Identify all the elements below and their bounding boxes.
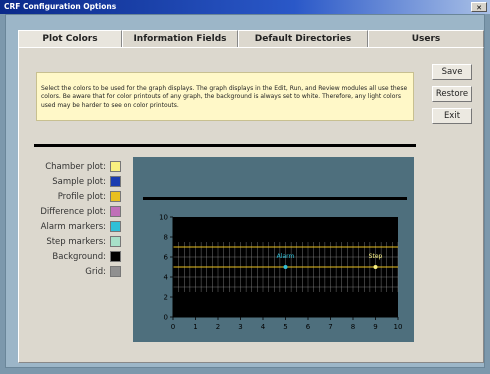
marker-point <box>373 265 378 269</box>
x-tick-label: 1 <box>193 323 197 331</box>
color-row-step-markers: Step markers: <box>20 235 121 249</box>
x-tick-label: 7 <box>328 323 332 331</box>
window-title: CRF Configuration Options <box>4 2 117 11</box>
profile-plot-swatch[interactable] <box>110 191 121 202</box>
x-tick-label: 6 <box>306 323 311 331</box>
y-tick-label: 4 <box>164 274 169 282</box>
difference-plot-swatch[interactable] <box>110 206 121 217</box>
marker-label: Step <box>369 253 383 260</box>
sample-plot-swatch[interactable] <box>110 176 121 187</box>
restore-button[interactable]: Restore <box>432 86 472 102</box>
title-bar: CRF Configuration Options ✕ <box>0 0 490 14</box>
color-label: Difference plot: <box>40 207 106 217</box>
color-label: Step markers: <box>46 237 106 247</box>
color-row-profile-plot: Profile plot: <box>20 190 121 204</box>
color-row-chamber-plot: Chamber plot: <box>20 160 121 174</box>
step-markers-swatch[interactable] <box>110 236 121 247</box>
x-tick-label: 9 <box>373 323 377 331</box>
save-button[interactable]: Save <box>432 64 472 80</box>
close-button[interactable]: ✕ <box>471 2 487 12</box>
color-row-grid: Grid: <box>20 265 121 279</box>
alarm-markers-swatch[interactable] <box>110 221 121 232</box>
tab-information-fields[interactable]: Information Fields <box>122 30 238 47</box>
tab-default-directories[interactable]: Default Directories <box>238 30 368 47</box>
preview-chart: 0 1 2 3 4 5 6 7 8 9 10 0 2 4 6 8 10 Alarm Step <box>159 214 403 332</box>
x-tick-label: 0 <box>171 323 175 331</box>
y-tick-label: 6 <box>164 254 169 262</box>
info-notice: Select the colors to be used for the gra… <box>36 72 414 121</box>
graph-preview: 0 1 2 3 4 5 6 7 8 9 10 0 2 4 6 8 10 Alarm Step <box>133 157 414 342</box>
x-tick-label: 4 <box>261 323 266 331</box>
color-row-difference-plot: Difference plot: <box>20 205 121 219</box>
y-tick-label: 2 <box>164 294 168 302</box>
tab-users[interactable]: Users <box>368 30 484 47</box>
tab-bar: Plot Colors Information Fields Default D… <box>18 30 484 48</box>
color-label: Sample plot: <box>52 177 106 187</box>
x-tick-label: 3 <box>238 323 242 331</box>
x-tick-label: 10 <box>394 323 403 331</box>
marker-label: Alarm <box>277 253 295 260</box>
exit-button[interactable]: Exit <box>432 108 472 124</box>
color-row-alarm-markers: Alarm markers: <box>20 220 121 234</box>
color-label: Alarm markers: <box>40 222 106 232</box>
chamber-plot-swatch[interactable] <box>110 161 121 172</box>
y-tick-label: 10 <box>159 214 168 222</box>
color-row-background: Background: <box>20 250 121 264</box>
tab-plot-colors[interactable]: Plot Colors <box>18 30 122 48</box>
x-tick-label: 2 <box>216 323 220 331</box>
color-label: Profile plot: <box>57 192 106 202</box>
section-divider <box>34 144 416 147</box>
y-tick-label: 8 <box>164 234 168 242</box>
color-label: Grid: <box>85 267 106 277</box>
x-tick-label: 5 <box>283 323 287 331</box>
color-label: Chamber plot: <box>45 162 106 172</box>
x-tick-label: 8 <box>351 323 355 331</box>
color-row-sample-plot: Sample plot: <box>20 175 121 189</box>
preview-header-line <box>143 197 407 200</box>
color-label: Background: <box>52 252 106 262</box>
grid-swatch[interactable] <box>110 266 121 277</box>
background-swatch[interactable] <box>110 251 121 262</box>
y-tick-label: 0 <box>164 314 168 322</box>
marker-point <box>283 265 288 269</box>
